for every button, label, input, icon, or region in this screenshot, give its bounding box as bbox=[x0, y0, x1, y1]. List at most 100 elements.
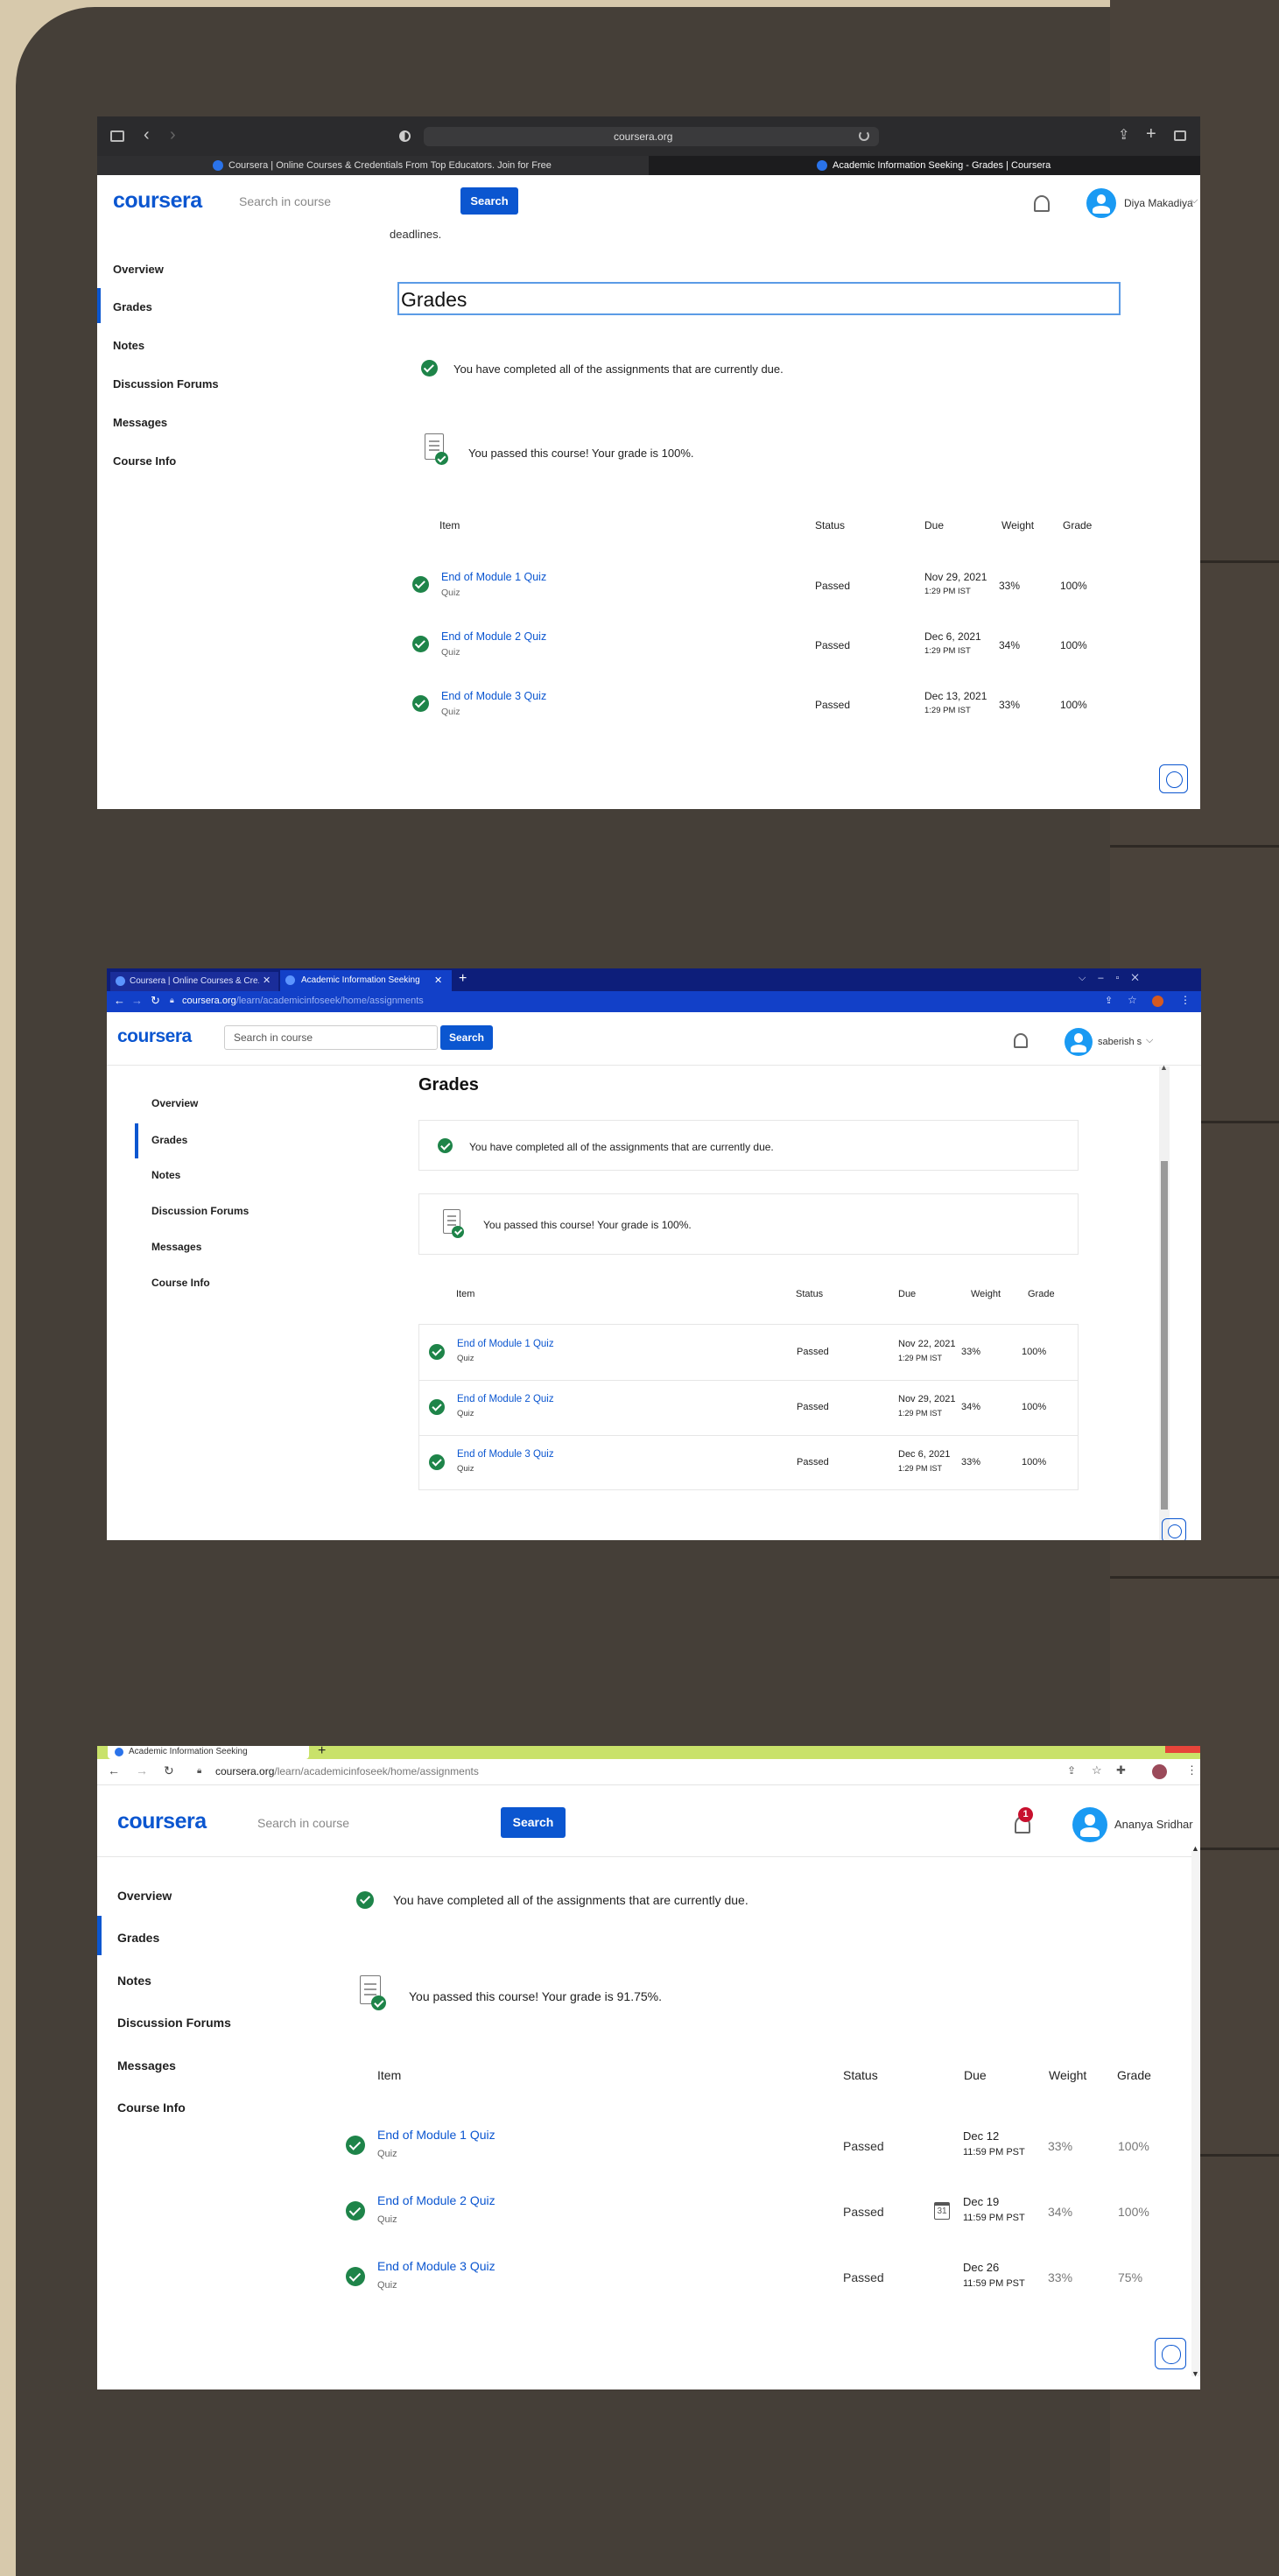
menu-dots-icon[interactable]: ⋮ bbox=[1180, 994, 1191, 1006]
scroll-down-icon[interactable]: ▼ bbox=[1191, 2369, 1199, 2378]
sidebar-item-overview[interactable]: Overview bbox=[113, 263, 164, 276]
item-link[interactable]: End of Module 3 Quiz bbox=[441, 690, 546, 702]
new-tab-icon[interactable]: + bbox=[1146, 124, 1156, 144]
sidebar-item-course-info[interactable]: Course Info bbox=[151, 1277, 210, 1289]
share-icon[interactable]: ⇪ bbox=[1067, 1764, 1076, 1777]
notification-count-badge: 1 bbox=[1018, 1807, 1033, 1822]
table-row[interactable]: End of Module 2 Quiz Quiz Passed 31 Dec … bbox=[346, 2192, 1186, 2235]
reload-icon[interactable]: ↻ bbox=[151, 994, 160, 1008]
table-row[interactable]: End of Module 3 Quiz Quiz Passed Dec 13,… bbox=[412, 686, 1130, 730]
table-row[interactable]: End of Module 2 Quiz Quiz Passed Nov 29,… bbox=[429, 1391, 1068, 1426]
item-due-time: 1:29 PM IST bbox=[898, 1409, 943, 1418]
sidebar-item-discussion-forums[interactable]: Discussion Forums bbox=[151, 1205, 249, 1217]
search-button[interactable]: Search bbox=[460, 187, 518, 215]
chevron-down-icon[interactable]: ⌵ bbox=[1146, 1035, 1153, 1046]
table-row[interactable]: End of Module 1 Quiz Quiz Passed Nov 22,… bbox=[429, 1336, 1068, 1371]
window-controls[interactable]: ⌵–▫✕ bbox=[1079, 973, 1151, 984]
notification-bell-icon[interactable] bbox=[1014, 1033, 1028, 1048]
help-icon[interactable] bbox=[1155, 2338, 1186, 2369]
completed-message: You have completed all of the assignment… bbox=[393, 1893, 748, 1907]
new-tab-icon[interactable]: + bbox=[318, 1746, 326, 1759]
bookmark-star-icon[interactable]: ☆ bbox=[1092, 1763, 1102, 1777]
bookmark-star-icon[interactable]: ☆ bbox=[1128, 994, 1137, 1006]
sidebar-item-discussion-forums[interactable]: Discussion Forums bbox=[117, 2016, 231, 2030]
user-name[interactable]: saberish s bbox=[1098, 1037, 1142, 1047]
item-link[interactable]: End of Module 1 Quiz bbox=[457, 1339, 554, 1349]
item-link[interactable]: End of Module 2 Quiz bbox=[457, 1394, 554, 1404]
scroll-up-icon[interactable]: ▲ bbox=[1191, 1844, 1199, 1853]
scrollbar-thumb[interactable] bbox=[1161, 1161, 1168, 1510]
profile-icon[interactable] bbox=[1152, 996, 1163, 1007]
coursera-logo[interactable]: coursera bbox=[117, 1026, 192, 1047]
search-button[interactable]: Search bbox=[440, 1025, 493, 1050]
scrollbar-track[interactable] bbox=[1191, 1851, 1200, 2376]
sidebar-item-course-info[interactable]: Course Info bbox=[117, 2101, 186, 2115]
url-text[interactable]: coursera.org/learn/academicinfoseek/home… bbox=[182, 996, 424, 1006]
item-link[interactable]: End of Module 1 Quiz bbox=[441, 571, 546, 583]
user-name[interactable]: Diya Makadiya bbox=[1124, 197, 1193, 209]
sidebar-item-overview[interactable]: Overview bbox=[151, 1097, 198, 1109]
profile-icon[interactable] bbox=[1152, 1764, 1167, 1779]
extensions-icon[interactable]: ✚ bbox=[1116, 1763, 1126, 1777]
item-link[interactable]: End of Module 2 Quiz bbox=[377, 2193, 495, 2207]
menu-dots-icon[interactable]: ⋮ bbox=[1186, 1763, 1198, 1777]
forward-icon[interactable]: › bbox=[170, 125, 176, 145]
sidebar-item-grades[interactable]: Grades bbox=[117, 1931, 159, 1945]
column-header-weight: Weight bbox=[1001, 519, 1035, 531]
share-icon[interactable]: ⇪ bbox=[1118, 126, 1129, 144]
item-link[interactable]: End of Module 1 Quiz bbox=[377, 2128, 495, 2142]
share-icon[interactable]: ⇪ bbox=[1105, 995, 1113, 1006]
avatar[interactable] bbox=[1072, 1807, 1107, 1842]
avatar[interactable] bbox=[1086, 188, 1116, 218]
new-tab-icon[interactable]: + bbox=[459, 971, 467, 987]
table-row[interactable]: End of Module 3 Quiz Quiz Passed Dec 26 … bbox=[346, 2257, 1186, 2301]
item-grade: 100% bbox=[1022, 1402, 1047, 1412]
sidebar-item-notes[interactable]: Notes bbox=[113, 339, 144, 352]
chevron-down-icon[interactable]: ⌵ bbox=[1191, 195, 1198, 207]
sidebar-item-messages[interactable]: Messages bbox=[151, 1241, 201, 1253]
sidebar-toggle-icon[interactable] bbox=[110, 130, 124, 142]
close-tab-icon[interactable]: ✕ bbox=[263, 975, 271, 986]
scroll-up-icon[interactable]: ▲ bbox=[1160, 1063, 1168, 1072]
sidebar-item-grades[interactable]: Grades bbox=[151, 1134, 187, 1146]
avatar[interactable] bbox=[1065, 1028, 1093, 1056]
user-name[interactable]: Ananya Sridhar bbox=[1114, 1818, 1193, 1831]
coursera-logo[interactable]: coursera bbox=[117, 1809, 207, 1834]
close-tab-icon[interactable]: ✕ bbox=[434, 975, 442, 986]
table-row[interactable]: End of Module 2 Quiz Quiz Passed Dec 6, … bbox=[412, 627, 1130, 671]
sidebar-item-overview[interactable]: Overview bbox=[117, 1889, 172, 1903]
table-row[interactable]: End of Module 1 Quiz Quiz Passed Nov 29,… bbox=[412, 567, 1130, 611]
forward-icon[interactable]: → bbox=[131, 994, 143, 1007]
help-icon[interactable] bbox=[1159, 764, 1188, 793]
sidebar-item-messages[interactable]: Messages bbox=[113, 416, 167, 429]
sidebar-item-notes[interactable]: Notes bbox=[151, 1169, 180, 1181]
item-link[interactable]: End of Module 3 Quiz bbox=[457, 1449, 554, 1460]
item-grade: 100% bbox=[1060, 639, 1087, 651]
sidebar-item-course-info[interactable]: Course Info bbox=[113, 454, 176, 468]
item-due: Dec 13, 2021 bbox=[924, 690, 987, 702]
sidebar-item-messages[interactable]: Messages bbox=[117, 2059, 176, 2073]
search-input[interactable]: Search in course bbox=[239, 194, 449, 208]
sidebar-item-grades[interactable]: Grades bbox=[113, 300, 152, 313]
back-icon[interactable]: ‹ bbox=[144, 125, 150, 145]
coursera-logo[interactable]: coursera bbox=[113, 188, 202, 214]
search-input[interactable]: Search in course bbox=[257, 1816, 467, 1830]
item-link[interactable]: End of Module 3 Quiz bbox=[377, 2259, 495, 2273]
url-text[interactable]: coursera.org/learn/academicinfoseek/home… bbox=[215, 1765, 479, 1777]
back-icon[interactable]: ← bbox=[114, 994, 125, 1007]
back-icon[interactable]: ← bbox=[108, 1763, 120, 1777]
reload-icon[interactable]: ↻ bbox=[164, 1763, 174, 1778]
calendar-icon[interactable]: 31 bbox=[934, 2202, 950, 2220]
sidebar-item-notes[interactable]: Notes bbox=[117, 1974, 151, 1988]
forward-icon[interactable]: → bbox=[136, 1763, 148, 1777]
notification-bell-icon[interactable] bbox=[1034, 195, 1050, 212]
table-row[interactable]: End of Module 1 Quiz Quiz Passed Dec 12 … bbox=[346, 2126, 1186, 2170]
reload-icon[interactable] bbox=[859, 130, 869, 141]
search-button[interactable]: Search bbox=[501, 1807, 566, 1838]
sidebar-item-discussion-forums[interactable]: Discussion Forums bbox=[113, 377, 219, 391]
table-row[interactable]: End of Module 3 Quiz Quiz Passed Dec 6, … bbox=[429, 1446, 1068, 1482]
privacy-shield-icon[interactable] bbox=[399, 130, 411, 142]
item-link[interactable]: End of Module 2 Quiz bbox=[441, 630, 546, 643]
help-icon[interactable] bbox=[1162, 1518, 1186, 1540]
tab-overview-icon[interactable] bbox=[1174, 130, 1186, 141]
